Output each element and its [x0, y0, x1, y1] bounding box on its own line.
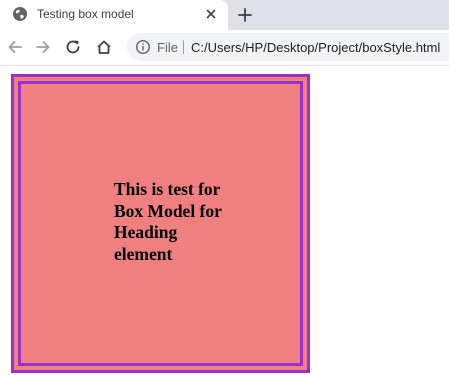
- page-viewport: This is test for Box Model for Heading e…: [0, 66, 449, 375]
- tab-strip: Testing box model: [0, 0, 449, 30]
- box-model-heading: This is test for Box Model for Heading e…: [114, 179, 222, 264]
- browser-tab[interactable]: Testing box model: [0, 0, 228, 30]
- back-arrow-icon[interactable]: [6, 38, 24, 56]
- address-bar[interactable]: File C:/Users/HP/Desktop/Project/boxStyl…: [127, 33, 449, 61]
- globe-icon: [13, 7, 27, 21]
- browser-toolbar: File C:/Users/HP/Desktop/Project/boxStyl…: [0, 30, 449, 66]
- forward-arrow-icon[interactable]: [34, 38, 52, 56]
- reload-icon[interactable]: [64, 38, 82, 56]
- scheme-label: File: [157, 40, 178, 55]
- new-tab-plus-icon[interactable]: [236, 6, 254, 24]
- info-icon[interactable]: [135, 39, 151, 55]
- omnibox-divider: [183, 40, 184, 54]
- home-icon[interactable]: [95, 38, 113, 56]
- tab-title: Testing box model: [37, 7, 134, 21]
- url-text[interactable]: C:/Users/HP/Desktop/Project/boxStyle.htm…: [191, 40, 440, 55]
- close-icon[interactable]: [203, 6, 219, 22]
- box-model-outer-border: This is test for Box Model for Heading e…: [11, 74, 310, 373]
